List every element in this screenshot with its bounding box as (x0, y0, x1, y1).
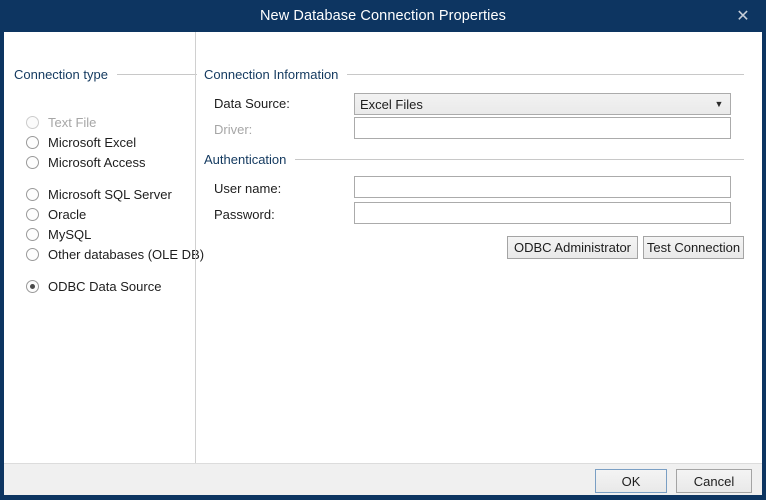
radio-label: Text File (48, 115, 96, 130)
radio-icon (26, 208, 39, 221)
close-button[interactable]: ✕ (720, 0, 766, 32)
radio-label: MySQL (48, 227, 91, 242)
radio-microsoft-excel[interactable]: Microsoft Excel (26, 132, 136, 152)
radio-icon (26, 156, 39, 169)
data-source-value: Excel Files (355, 97, 708, 112)
header-rule (117, 74, 197, 75)
radio-icon (26, 116, 39, 129)
dialog-client-area: Connection type Text File Microsoft Exce… (4, 32, 762, 495)
radio-icon (26, 228, 39, 241)
data-source-select[interactable]: Excel Files ▼ (354, 93, 731, 115)
radio-mysql[interactable]: MySQL (26, 224, 91, 244)
radio-icon (26, 136, 39, 149)
connection-type-header: Connection type (14, 67, 197, 82)
window-title: New Database Connection Properties (0, 0, 766, 32)
authentication-header: Authentication (204, 152, 744, 167)
radio-icon (26, 188, 39, 201)
password-input[interactable] (354, 202, 731, 224)
radio-label: Other databases (OLE DB) (48, 247, 204, 262)
radio-text-file[interactable]: Text File (26, 112, 96, 132)
authentication-header-label: Authentication (204, 152, 295, 167)
radio-microsoft-access[interactable]: Microsoft Access (26, 152, 146, 172)
radio-label: Microsoft Excel (48, 135, 136, 150)
dialog-window: New Database Connection Properties ✕ Con… (0, 0, 766, 500)
radio-microsoft-sql-server[interactable]: Microsoft SQL Server (26, 184, 172, 204)
driver-input[interactable] (354, 117, 731, 139)
driver-label: Driver: (214, 122, 252, 137)
radio-oracle[interactable]: Oracle (26, 204, 86, 224)
user-name-label: User name: (214, 181, 281, 196)
user-name-input[interactable] (354, 176, 731, 198)
title-bar: New Database Connection Properties ✕ (0, 0, 766, 32)
radio-label: Oracle (48, 207, 86, 222)
header-rule (347, 74, 744, 75)
password-label: Password: (214, 207, 275, 222)
radio-label: Microsoft Access (48, 155, 146, 170)
ok-button[interactable]: OK (595, 469, 667, 493)
connection-type-header-label: Connection type (14, 67, 117, 82)
cancel-button[interactable]: Cancel (676, 469, 752, 493)
pane-divider (195, 32, 196, 463)
radio-label: ODBC Data Source (48, 279, 161, 294)
chevron-down-icon: ▼ (708, 100, 730, 109)
radio-icon (26, 248, 39, 261)
radio-icon (26, 280, 39, 293)
close-icon: ✕ (736, 8, 749, 24)
odbc-administrator-button[interactable]: ODBC Administrator (507, 236, 638, 259)
radio-other-databases-ole-db[interactable]: Other databases (OLE DB) (26, 244, 204, 264)
connection-information-header-label: Connection Information (204, 67, 347, 82)
radio-odbc-data-source[interactable]: ODBC Data Source (26, 276, 161, 296)
radio-label: Microsoft SQL Server (48, 187, 172, 202)
data-source-label: Data Source: (214, 96, 290, 111)
connection-information-header: Connection Information (204, 67, 744, 82)
test-connection-button[interactable]: Test Connection (643, 236, 744, 259)
connection-type-pane: Connection type Text File Microsoft Exce… (4, 32, 195, 463)
header-rule (295, 159, 744, 160)
